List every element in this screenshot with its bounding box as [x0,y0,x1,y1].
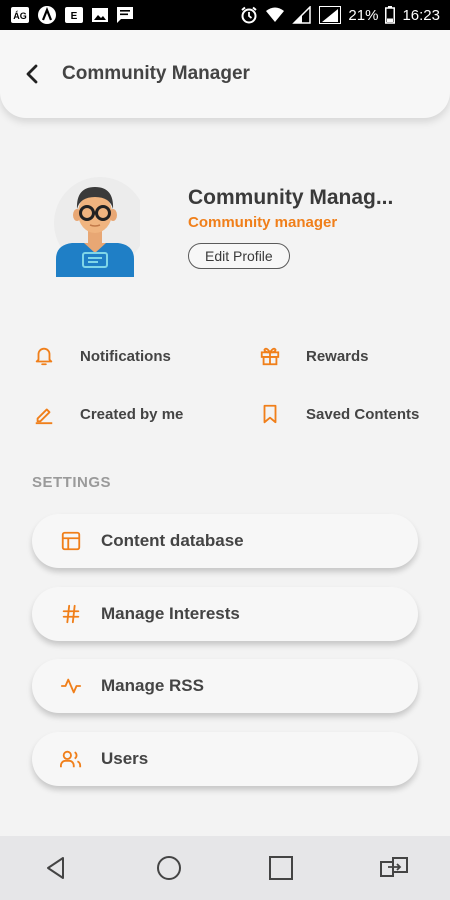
manage-rss-button[interactable]: Manage RSS [32,659,418,713]
alarm-icon [240,6,258,24]
notifications-link[interactable]: Notifications [32,344,171,368]
hashtag-icon [59,602,83,626]
status-right: 21% 16:23 [240,6,440,24]
created-by-me-link[interactable]: Created by me [32,402,183,426]
square-recents-icon [269,856,294,880]
back-arrow-icon [26,64,38,84]
gift-icon [258,344,282,368]
app-e-icon: E [64,6,84,24]
manage-rss-label: Manage RSS [101,676,204,695]
app-notification-icon: ÁG [10,6,30,24]
circle-home-icon [156,856,181,880]
page-title: Community Manager [62,63,250,84]
edit-profile-button[interactable]: Edit Profile [188,243,290,269]
nav-home-button[interactable] [149,848,189,888]
profile-role: Community manager [188,214,338,231]
pencil-icon [32,402,56,426]
activity-icon [59,674,83,698]
message-icon [116,6,134,24]
image-icon [91,7,109,23]
system-nav-bar [0,836,450,900]
settings-heading: SETTINGS [32,474,112,491]
layout-icon [59,529,83,553]
clock: 16:23 [402,6,440,24]
app-a-icon [37,5,57,25]
content-database-button[interactable]: Content database [32,514,418,568]
back-button[interactable] [18,59,48,89]
app-header: Community Manager [0,30,450,118]
battery-percent: 21% [348,6,379,24]
bookmark-icon [258,402,282,426]
signal-2-icon [319,6,342,24]
profile-name: Community Manag... [188,186,394,209]
status-bar: ÁG E 21% 16:23 [0,0,450,30]
users-icon [59,747,83,771]
rewards-label: Rewards [306,347,369,365]
avatar [50,175,146,277]
created-by-me-label: Created by me [80,405,184,423]
nav-back-button[interactable] [36,848,76,888]
wifi-icon [265,7,285,23]
triangle-back-icon [47,857,65,879]
saved-contents-link[interactable]: Saved Contents [258,402,419,426]
users-label: Users [101,749,149,768]
bell-icon [32,344,56,368]
nav-switch-button[interactable] [374,848,414,888]
nav-recents-button[interactable] [261,848,301,888]
switch-apps-icon [379,857,408,877]
manage-interests-label: Manage Interests [101,604,240,623]
battery-icon [385,6,396,24]
svg-text:ÁG: ÁG [13,11,27,21]
status-left: ÁG E [10,5,134,25]
users-button[interactable]: Users [32,732,418,786]
content-database-label: Content database [101,531,244,550]
signal-icon [292,6,312,24]
manage-interests-button[interactable]: Manage Interests [32,587,418,641]
notifications-label: Notifications [80,347,171,365]
rewards-link[interactable]: Rewards [258,344,369,368]
profile-info: Community Manag... Community manager Edi… [188,186,438,269]
saved-contents-label: Saved Contents [306,405,420,423]
svg-text:E: E [71,11,78,22]
